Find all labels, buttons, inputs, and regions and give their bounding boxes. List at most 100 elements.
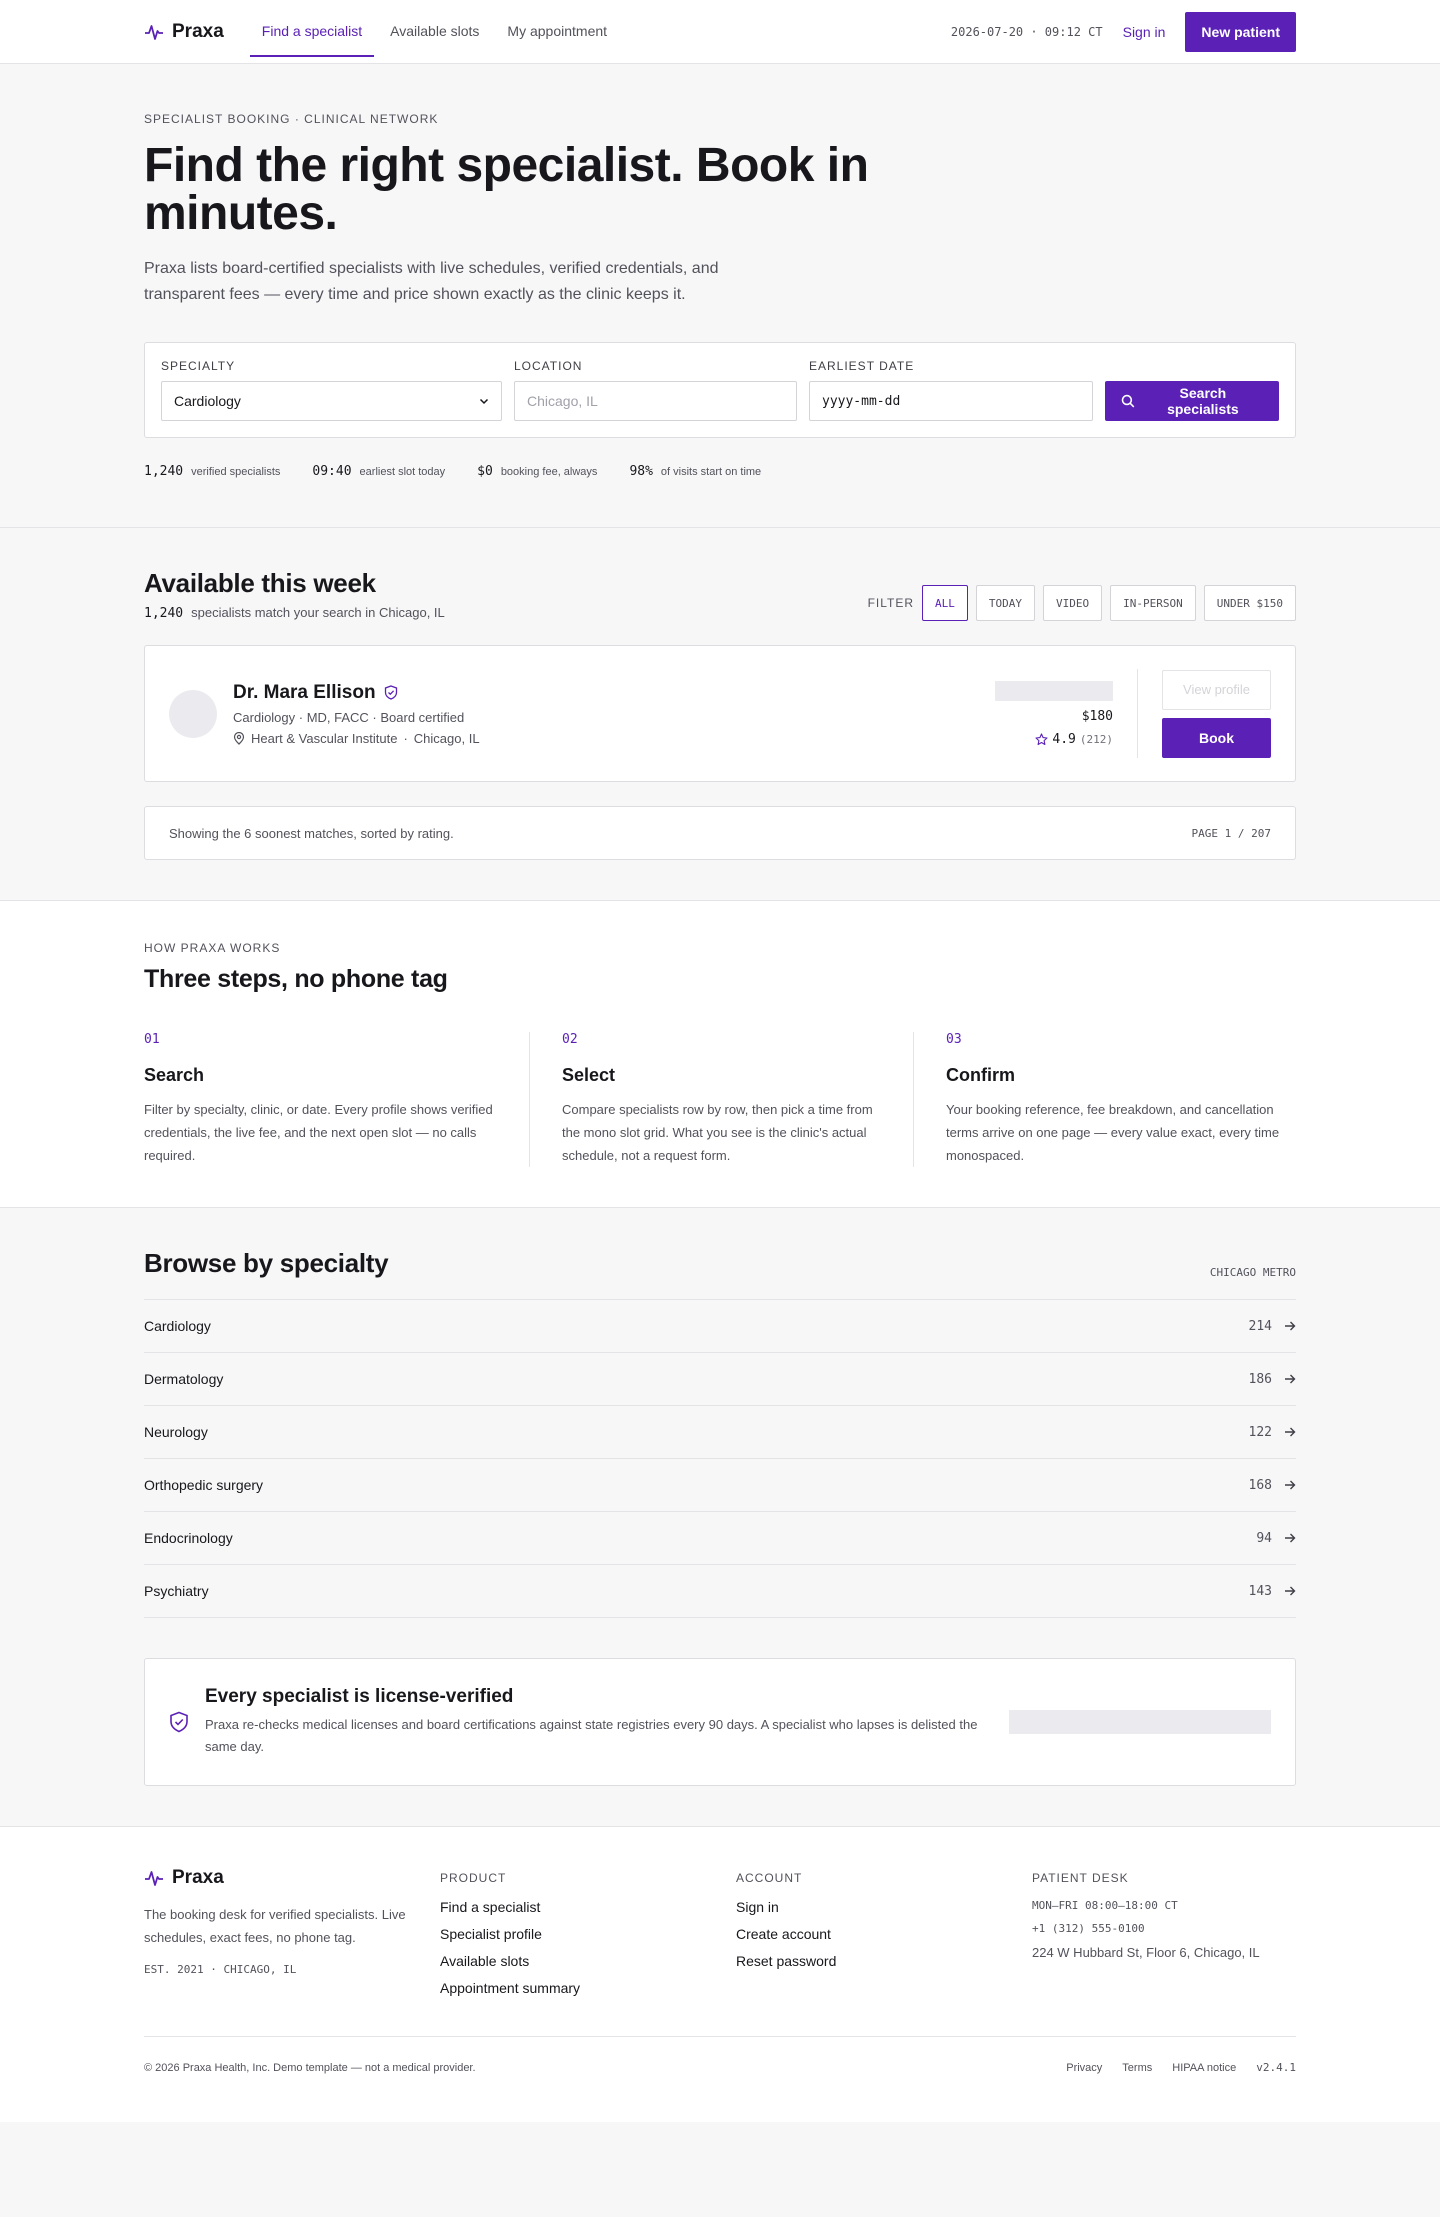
region-label: CHICAGO METRO — [1209, 1266, 1296, 1279]
stat-label: verified specialists — [191, 466, 281, 478]
footer-established: EST. 2021 · CHICAGO, IL — [144, 1963, 297, 1976]
footer-desk-heading: PATIENT DESK — [1032, 1871, 1129, 1885]
verify-title: Every specialist is license-verified — [205, 1686, 514, 1707]
loading-placeholder — [1009, 1710, 1271, 1734]
specialty-count: 168 — [1248, 1477, 1272, 1493]
specialty-row-psychiatry[interactable]: Psychiatry 143 — [144, 1565, 1296, 1618]
loading-placeholder — [995, 680, 1113, 701]
map-pin-icon — [233, 731, 245, 745]
footer-link-terms[interactable]: Terms — [1122, 2062, 1152, 2074]
filter-chip-video[interactable]: VIDEO — [1043, 585, 1103, 621]
stat-earliest-slot: 09:40 earliest slot today — [312, 464, 445, 479]
step-title: Search — [144, 1065, 205, 1085]
specialty-name: Neurology — [144, 1424, 208, 1440]
earliest-date-input[interactable]: yyyy-mm-dd — [809, 381, 1093, 421]
main-nav: Find a specialist Available slots My app… — [248, 0, 621, 64]
hero-description: Praxa lists board-certified specialists … — [144, 260, 719, 303]
specialty-row-cardiology[interactable]: Cardiology 214 — [144, 1300, 1296, 1353]
clinic-city: Chicago, IL — [413, 730, 480, 746]
footer-link-appointment-summary[interactable]: Appointment summary — [440, 1980, 736, 1996]
doctor-name[interactable]: Dr. Mara Ellison — [233, 682, 376, 704]
specialty-count: 186 — [1248, 1371, 1272, 1387]
view-profile-button[interactable]: View profile — [1162, 669, 1271, 710]
chevron-down-icon — [479, 398, 489, 405]
browse-title: Browse by specialty — [144, 1248, 389, 1278]
star-icon — [1035, 732, 1048, 745]
footer-product-heading: PRODUCT — [440, 1871, 507, 1885]
filter-chip-today[interactable]: TODAY — [975, 585, 1036, 621]
results-count: 1,240 — [144, 606, 184, 621]
pager-summary: Showing the 6 soonest matches, sorted by… — [169, 825, 454, 841]
filter-chip-under-150[interactable]: UNDER $150 — [1203, 585, 1296, 621]
desk-address: 224 W Hubbard St, Floor 6, Chicago, IL — [1032, 1945, 1260, 1960]
specialty-row-orthopedic-surgery[interactable]: Orthopedic surgery 168 — [144, 1459, 1296, 1512]
stat-label: booking fee, always — [500, 466, 598, 478]
step-title: Select — [562, 1065, 616, 1085]
footer-link-specialist-profile[interactable]: Specialist profile — [440, 1926, 736, 1942]
doctor-location: Heart & Vascular Institute · Chicago, IL — [233, 731, 480, 746]
brand-logo[interactable]: Praxa — [144, 21, 224, 43]
desk-phone[interactable]: +1 (312) 555-0100 — [1032, 1922, 1296, 1935]
avatar — [169, 689, 217, 738]
specialty-count: 214 — [1248, 1318, 1272, 1334]
specialty-count: 122 — [1248, 1424, 1272, 1440]
search-specialists-button[interactable]: Search specialists — [1105, 381, 1279, 421]
shield-check-icon — [170, 1711, 188, 1733]
specialty-label: SPECIALTY — [161, 359, 236, 373]
nav-my-appointment[interactable]: My appointment — [495, 7, 619, 57]
footer-link-find-specialist[interactable]: Find a specialist — [440, 1899, 736, 1915]
location-placeholder: Chicago, IL — [527, 393, 598, 409]
filter-bar: FILTER ALL TODAY VIDEO IN-PERSON UNDER $… — [868, 585, 1296, 621]
step-search: 01 Search Filter by specialty, clinic, o… — [144, 1032, 529, 1167]
arrow-right-icon — [1285, 1321, 1296, 1331]
step-select: 02 Select Compare specialists row by row… — [529, 1032, 913, 1167]
stat-value: 09:40 — [312, 464, 352, 479]
specialty-select[interactable]: Cardiology — [161, 381, 502, 421]
footer-brand-logo[interactable]: Praxa — [144, 1867, 440, 1889]
nav-find-specialist[interactable]: Find a specialist — [249, 7, 375, 57]
footer-link-privacy[interactable]: Privacy — [1066, 2062, 1102, 2074]
pulse-logo-icon — [145, 25, 163, 40]
results-count-label: specialists match your search in Chicago… — [191, 605, 445, 620]
stat-on-time: 98% of visits start on time — [629, 464, 761, 479]
stat-value: $0 — [477, 464, 493, 479]
specialty-row-dermatology[interactable]: Dermatology 186 — [144, 1353, 1296, 1406]
step-number: 01 — [144, 1032, 160, 1047]
location-input[interactable]: Chicago, IL — [514, 381, 797, 421]
results-pager: Showing the 6 soonest matches, sorted by… — [144, 806, 1296, 860]
stat-value: 98% — [629, 464, 653, 479]
stat-verified: 1,240 verified specialists — [144, 464, 280, 479]
footer-link-create-account[interactable]: Create account — [736, 1926, 1032, 1942]
step-title: Confirm — [946, 1065, 1015, 1085]
nav-available-slots[interactable]: Available slots — [378, 7, 491, 57]
filter-label: FILTER — [867, 596, 915, 610]
specialty-name: Dermatology — [144, 1371, 224, 1387]
footer-link-available-slots[interactable]: Available slots — [440, 1953, 736, 1969]
hero-section: SPECIALIST BOOKING · CLINICAL NETWORK Fi… — [0, 64, 1440, 528]
verify-text: Praxa re-checks medical licenses and boa… — [205, 1717, 978, 1754]
stat-label: of visits start on time — [660, 466, 762, 478]
hero-eyebrow: SPECIALIST BOOKING · CLINICAL NETWORK — [144, 112, 439, 126]
earliest-date-label: EARLIEST DATE — [809, 359, 915, 373]
footer-link-reset-password[interactable]: Reset password — [736, 1953, 1032, 1969]
sign-in-link[interactable]: Sign in — [1123, 24, 1166, 40]
book-button[interactable]: Book — [1162, 717, 1271, 758]
filter-chip-in-person[interactable]: IN-PERSON — [1110, 585, 1196, 621]
footer-link-hipaa[interactable]: HIPAA notice — [1172, 2062, 1236, 2074]
new-patient-button[interactable]: New patient — [1185, 12, 1296, 52]
how-it-works-section: HOW PRAXA WORKS Three steps, no phone ta… — [0, 901, 1440, 1208]
filter-chip-all[interactable]: ALL — [922, 585, 968, 621]
search-button-label: Search specialists — [1167, 385, 1239, 417]
how-eyebrow: HOW PRAXA WORKS — [144, 941, 281, 955]
specialty-row-endocrinology[interactable]: Endocrinology 94 — [144, 1512, 1296, 1565]
arrow-right-icon — [1285, 1480, 1296, 1490]
location-label: LOCATION — [514, 359, 583, 373]
visit-price: $180 — [1081, 708, 1113, 724]
rating-value: 4.9 — [1052, 731, 1076, 747]
stat-value: 1,240 — [144, 464, 184, 479]
arrow-right-icon — [1285, 1533, 1296, 1543]
stat-booking-fee: $0 booking fee, always — [477, 464, 597, 479]
specialty-row-neurology[interactable]: Neurology 122 — [144, 1406, 1296, 1459]
footer-link-sign-in[interactable]: Sign in — [736, 1899, 1032, 1915]
specialty-count: 94 — [1256, 1530, 1272, 1546]
